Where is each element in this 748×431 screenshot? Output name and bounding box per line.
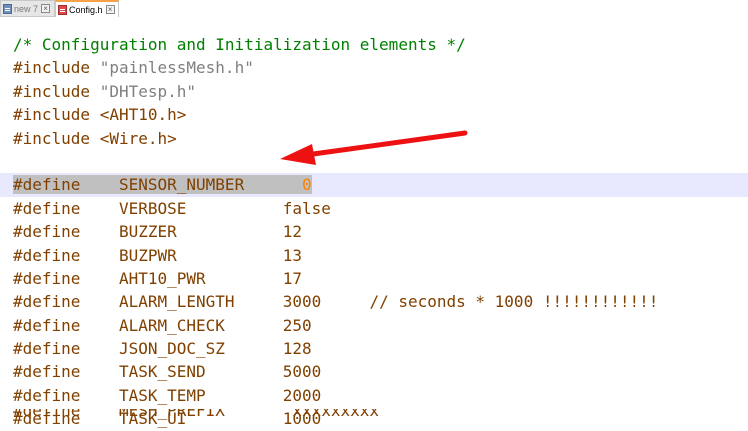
define-value: 17 [282,268,302,288]
include-target: "painlessMesh.h" [99,58,254,78]
code-line: #define JSON_DOC_SZ 128 [0,337,748,360]
code-line: #define VERBOSE false [0,197,748,220]
include-directive: #include [13,58,91,78]
code-line: #include "DHTesp.h" [0,80,748,103]
close-icon[interactable]: × [41,4,51,13]
close-icon[interactable]: × [105,5,115,14]
include-target: "DHTesp.h" [99,81,197,101]
define-directive: #define [13,362,81,382]
code-inline-comment: // seconds * 1000 !!!!!!!!!!!! [369,292,659,312]
define-directive: #define [13,268,81,288]
code-line-current: #define SENSOR_NUMBER 0 [0,173,748,197]
code-comment: /* Configuration and Initialization elem… [13,35,466,54]
code-line: #define MESH_PREFIX "xxxxxxxxx" [13,409,389,420]
define-name: JSON_DOC_SZ [118,339,225,359]
code-line: #define TASK_TEMP 2000 [0,384,748,407]
define-name: VERBOSE [118,198,187,218]
define-name: BUZPWR [118,245,177,265]
define-directive: #define [13,385,81,405]
include-target: <AHT10.h> [99,105,187,125]
code-line: #define BUZPWR 13 [0,244,748,267]
include-directive: #include [13,81,91,101]
define-name: AHT10_PWR [118,268,206,288]
code-line: #define ALARM_CHECK 250 [0,314,748,337]
include-target: <Wire.h> [99,128,177,148]
code-line: #include <AHT10.h> [0,103,748,126]
define-name: ALARM_CHECK [118,315,225,335]
define-directive: #define [13,315,81,335]
define-name: ALARM_LENGTH [118,292,235,312]
tab-bar: new 7 × Config.h × [0,0,748,25]
define-value: 5000 [282,362,322,382]
define-directive: #define [13,292,81,312]
define-value: 12 [282,222,302,242]
code-line: #define TASK_SEND 5000 [0,360,748,383]
define-value: 128 [282,339,312,359]
annotation-arrow [280,130,468,165]
tab-new-7[interactable]: new 7 × [0,0,55,17]
tab-label: new 7 [14,3,39,14]
define-directive: #define [13,245,81,265]
include-directive: #include [13,105,91,125]
code-line: #include "painlessMesh.h" [0,56,748,79]
define-value: 2000 [282,385,322,405]
define-value: 13 [282,245,302,265]
code-editor[interactable]: /* Configuration and Initialization elem… [0,33,748,431]
include-directive: #include [13,128,91,148]
define-directive: #define [13,198,81,218]
tab-config-h[interactable]: Config.h × [55,0,119,17]
define-directive: #define [13,222,81,242]
define-value: 3000 [282,292,322,312]
define-directive: #define [13,339,81,359]
code-line-partial: #define MESH_PREFIX "xxxxxxxxx" [0,409,748,425]
define-value: false [282,198,331,218]
define-name: SENSOR_NUMBER [118,175,245,195]
define-name: TASK_SEND [118,362,206,382]
file-modified-icon [58,4,67,15]
code-line: #define AHT10_PWR 17 [0,267,748,290]
tab-label: Config.h [69,4,103,15]
code-line: #define BUZZER 12 [0,220,748,243]
define-value: 250 [282,315,312,335]
code-line: /* Configuration and Initialization elem… [0,33,748,56]
define-name: BUZZER [118,222,177,242]
define-name: TASK_TEMP [118,385,206,405]
code-line: #define ALARM_LENGTH 3000 // seconds * 1… [0,290,748,313]
file-icon [3,3,12,14]
define-directive: #define [13,175,81,195]
define-value: 0 [302,175,312,195]
